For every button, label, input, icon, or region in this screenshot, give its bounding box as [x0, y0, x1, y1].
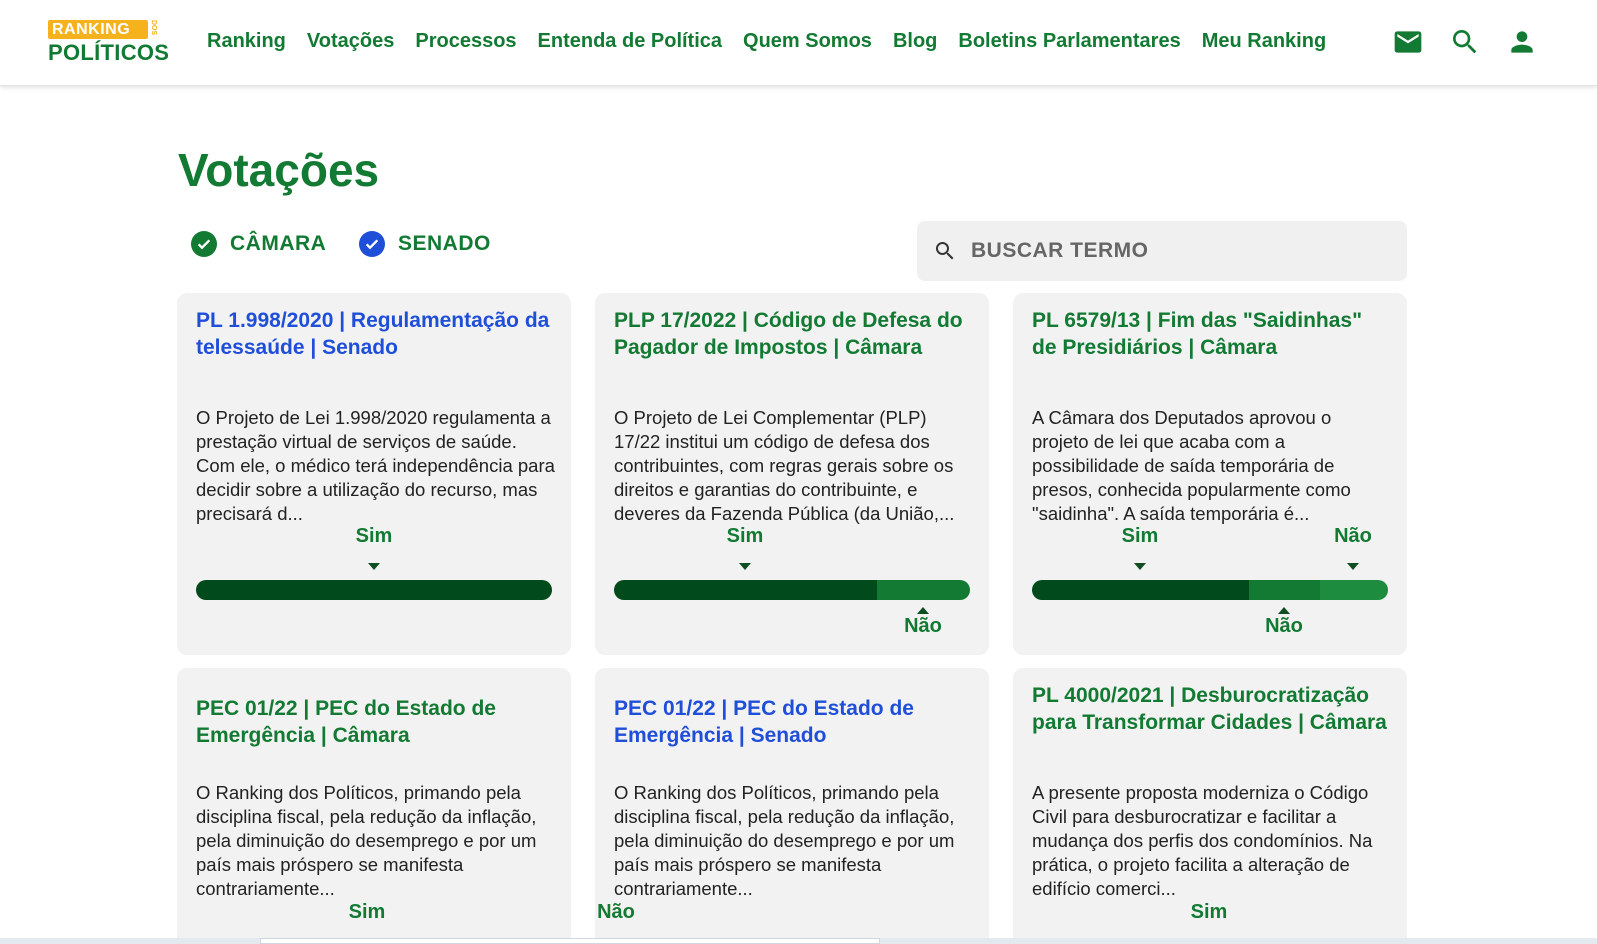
nao-marker-label: Não — [1265, 615, 1303, 637]
vote-card[interactable]: PL 6579/13 | Fim das "Saidinhas" de Pres… — [1013, 293, 1407, 655]
arrow-up-icon — [917, 607, 929, 614]
sim-marker-label: Sim — [1121, 525, 1159, 547]
card-title[interactable]: PLP 17/2022 | Código de Defesa do Pagado… — [614, 307, 974, 361]
nav-item-votacoes[interactable]: Votações — [307, 28, 394, 54]
expected-marker-label: Não — [1334, 525, 1372, 547]
nao-marker-label: Não — [904, 615, 942, 637]
horizontal-scrollbar[interactable] — [0, 938, 1597, 944]
arrow-down-icon — [739, 563, 751, 570]
card-description: O Ranking dos Políticos, primando pela d… — [614, 782, 955, 899]
sim-marker-label: Sim — [726, 525, 764, 547]
sim-marker-label: Sim — [1190, 901, 1228, 923]
vote-card[interactable]: PEC 01/22 | PEC do Estado de Emergência … — [177, 668, 571, 944]
card-title[interactable]: PL 1.998/2020 | Regulamentação da teless… — [196, 307, 556, 361]
nav-item-blog[interactable]: Blog — [893, 28, 937, 54]
check-circle-icon — [191, 231, 217, 257]
filter-senado[interactable]: SENADO — [359, 231, 491, 257]
vote-result-bar — [614, 580, 970, 600]
arrow-down-icon — [368, 563, 380, 570]
search-icon — [933, 239, 957, 263]
sim-marker-label: Sim — [355, 525, 393, 547]
card-description: O Projeto de Lei 1.998/2020 regulamenta … — [196, 407, 555, 524]
card-description: A Câmara dos Deputados aprovou o projeto… — [1032, 407, 1351, 524]
search-icon[interactable] — [1449, 26, 1481, 58]
nav-item-meu-ranking[interactable]: Meu Ranking — [1202, 28, 1326, 54]
user-icon[interactable] — [1506, 26, 1538, 58]
check-circle-icon — [359, 231, 385, 257]
bar-segment-nao — [877, 580, 970, 600]
logo-dos-text: DOS — [150, 20, 157, 36]
arrow-up-icon — [1278, 607, 1290, 614]
card-description: O Projeto de Lei Complementar (PLP) 17/2… — [614, 407, 955, 524]
arrow-down-icon — [1347, 563, 1359, 570]
nav-item-boletins-parlamentares[interactable]: Boletins Parlamentares — [958, 28, 1180, 54]
arrow-down-icon — [1134, 563, 1146, 570]
bar-segment-other — [1320, 580, 1388, 600]
search-input[interactable] — [971, 231, 1391, 271]
bar-segment-sim — [1032, 580, 1250, 600]
card-description: O Ranking dos Políticos, primando pela d… — [196, 782, 537, 899]
card-title[interactable]: PEC 01/22 | PEC do Estado de Emergência … — [614, 695, 974, 749]
card-title[interactable]: PEC 01/22 | PEC do Estado de Emergência … — [196, 695, 556, 749]
filter-senado-label: SENADO — [398, 232, 491, 255]
vote-card[interactable]: PL 1.998/2020 | Regulamentação da teless… — [177, 293, 571, 655]
vote-card[interactable]: PL 4000/2021 | Desburocratização para Tr… — [1013, 668, 1407, 944]
filter-camara-label: CÂMARA — [230, 232, 327, 255]
bar-segment-nao — [1249, 580, 1321, 600]
site-header: RANKING DOS POLÍTICOS Ranking Votações P… — [0, 0, 1597, 86]
sim-marker-label: Sim — [348, 901, 386, 923]
vote-card[interactable]: PEC 01/22 | PEC do Estado de Emergência … — [595, 668, 989, 944]
bar-segment-sim — [614, 580, 878, 600]
filter-camara[interactable]: CÂMARA — [191, 231, 326, 257]
nav-item-quem-somos[interactable]: Quem Somos — [743, 28, 872, 54]
card-title[interactable]: PL 6579/13 | Fim das "Saidinhas" de Pres… — [1032, 307, 1392, 361]
bar-segment-sim — [196, 580, 552, 600]
vote-card[interactable]: PLP 17/2022 | Código de Defesa do Pagado… — [595, 293, 989, 655]
vote-result-bar — [196, 580, 552, 600]
nav-item-entenda-de-politica[interactable]: Entenda de Política — [538, 28, 722, 54]
vote-result-bar — [1032, 580, 1388, 600]
page-title: Votações — [178, 144, 380, 196]
search-box — [917, 221, 1407, 281]
card-description: A presente proposta moderniza o Código C… — [1032, 782, 1373, 899]
mail-icon[interactable] — [1392, 26, 1424, 58]
card-title[interactable]: PL 4000/2021 | Desburocratização para Tr… — [1032, 682, 1392, 736]
logo-ranking-text: RANKING — [48, 20, 148, 39]
main-nav: Ranking Votações Processos Entenda de Po… — [207, 28, 1347, 54]
nav-item-ranking[interactable]: Ranking — [207, 28, 286, 54]
scrollbar-thumb[interactable] — [260, 938, 880, 944]
site-logo[interactable]: RANKING DOS POLÍTICOS — [48, 18, 169, 66]
nav-item-processos[interactable]: Processos — [415, 28, 516, 54]
nao-marker-label: Não — [597, 901, 635, 923]
logo-politicos-text: POLÍTICOS — [48, 40, 170, 65]
